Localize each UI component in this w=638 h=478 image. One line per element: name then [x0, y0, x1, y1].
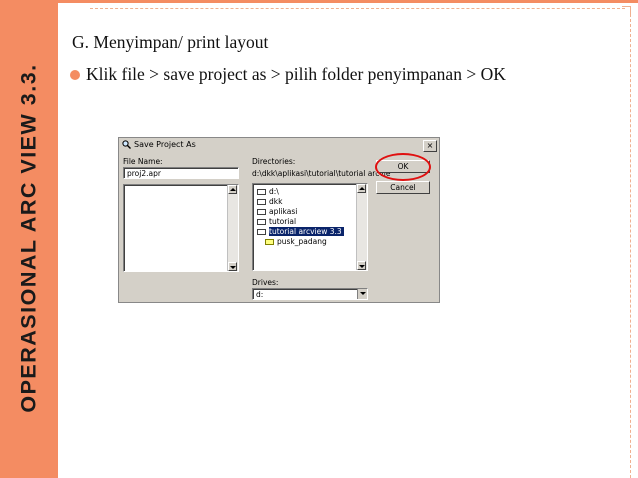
corner-ornament — [622, 6, 631, 15]
directory-item[interactable]: tutorial — [257, 217, 296, 226]
slide-heading: G. Menyimpan/ print layout — [72, 32, 269, 52]
directory-item[interactable]: dkk — [257, 197, 282, 206]
ok-highlight-ring — [375, 153, 431, 181]
directory-item[interactable]: pusk_padang — [265, 237, 327, 246]
open-folder-icon — [257, 219, 266, 225]
cancel-button[interactable]: Cancel — [376, 181, 430, 194]
chevron-down-icon[interactable] — [357, 289, 367, 299]
bullet-text: Klik file > save project as > pilih fold… — [86, 64, 506, 84]
open-folder-icon — [257, 199, 266, 205]
side-title: OPERASIONAL ARC VIEW 3.3. — [16, 63, 41, 413]
scroll-down-arrow-icon[interactable] — [357, 261, 366, 270]
directories-path: d:\dkk\aplikasi\tutorial\tutorial arcvie — [252, 169, 391, 178]
top-rule — [58, 0, 638, 3]
file-name-label: File Name: — [123, 157, 163, 166]
dialog-titlebar[interactable]: Save Project As × — [119, 138, 439, 152]
folder-icon — [265, 239, 274, 245]
open-folder-icon — [257, 189, 266, 195]
close-button[interactable]: × — [423, 140, 437, 152]
directory-item-selected[interactable]: tutorial arcview 3.3 — [257, 227, 344, 236]
file-name-field[interactable]: proj2.apr — [123, 167, 239, 179]
dialog-title: Save Project As — [134, 140, 196, 149]
file-name-value: proj2.apr — [127, 169, 161, 178]
file-list[interactable] — [123, 184, 239, 272]
directory-item[interactable]: aplikasi — [257, 207, 297, 216]
directory-list[interactable]: d:\ dkk aplikasi tutorial tutorial arcvi… — [252, 183, 368, 271]
save-project-dialog: Save Project As × File Name: proj2.apr D… — [118, 137, 440, 303]
bullet-dot-icon — [70, 69, 80, 80]
drives-combo[interactable]: d: — [252, 288, 368, 300]
directory-item[interactable]: d:\ — [257, 187, 279, 196]
right-dashed-rule — [630, 14, 631, 478]
scroll-down-arrow-icon[interactable] — [228, 262, 237, 271]
magnifier-icon — [122, 140, 131, 149]
drives-label: Drives: — [252, 278, 279, 287]
directories-label: Directories: — [252, 157, 296, 166]
drives-value: d: — [256, 290, 264, 299]
top-dashed-rule — [90, 8, 625, 9]
open-folder-icon — [257, 209, 266, 215]
directory-list-scrollbar[interactable] — [356, 184, 367, 270]
open-folder-icon — [257, 229, 266, 235]
scroll-up-arrow-icon[interactable] — [357, 184, 366, 193]
file-list-scrollbar[interactable] — [227, 185, 238, 271]
bullet-item: Klik file > save project as > pilih fold… — [70, 64, 506, 85]
scroll-up-arrow-icon[interactable] — [228, 185, 237, 194]
side-band: OPERASIONAL ARC VIEW 3.3. — [0, 0, 58, 478]
